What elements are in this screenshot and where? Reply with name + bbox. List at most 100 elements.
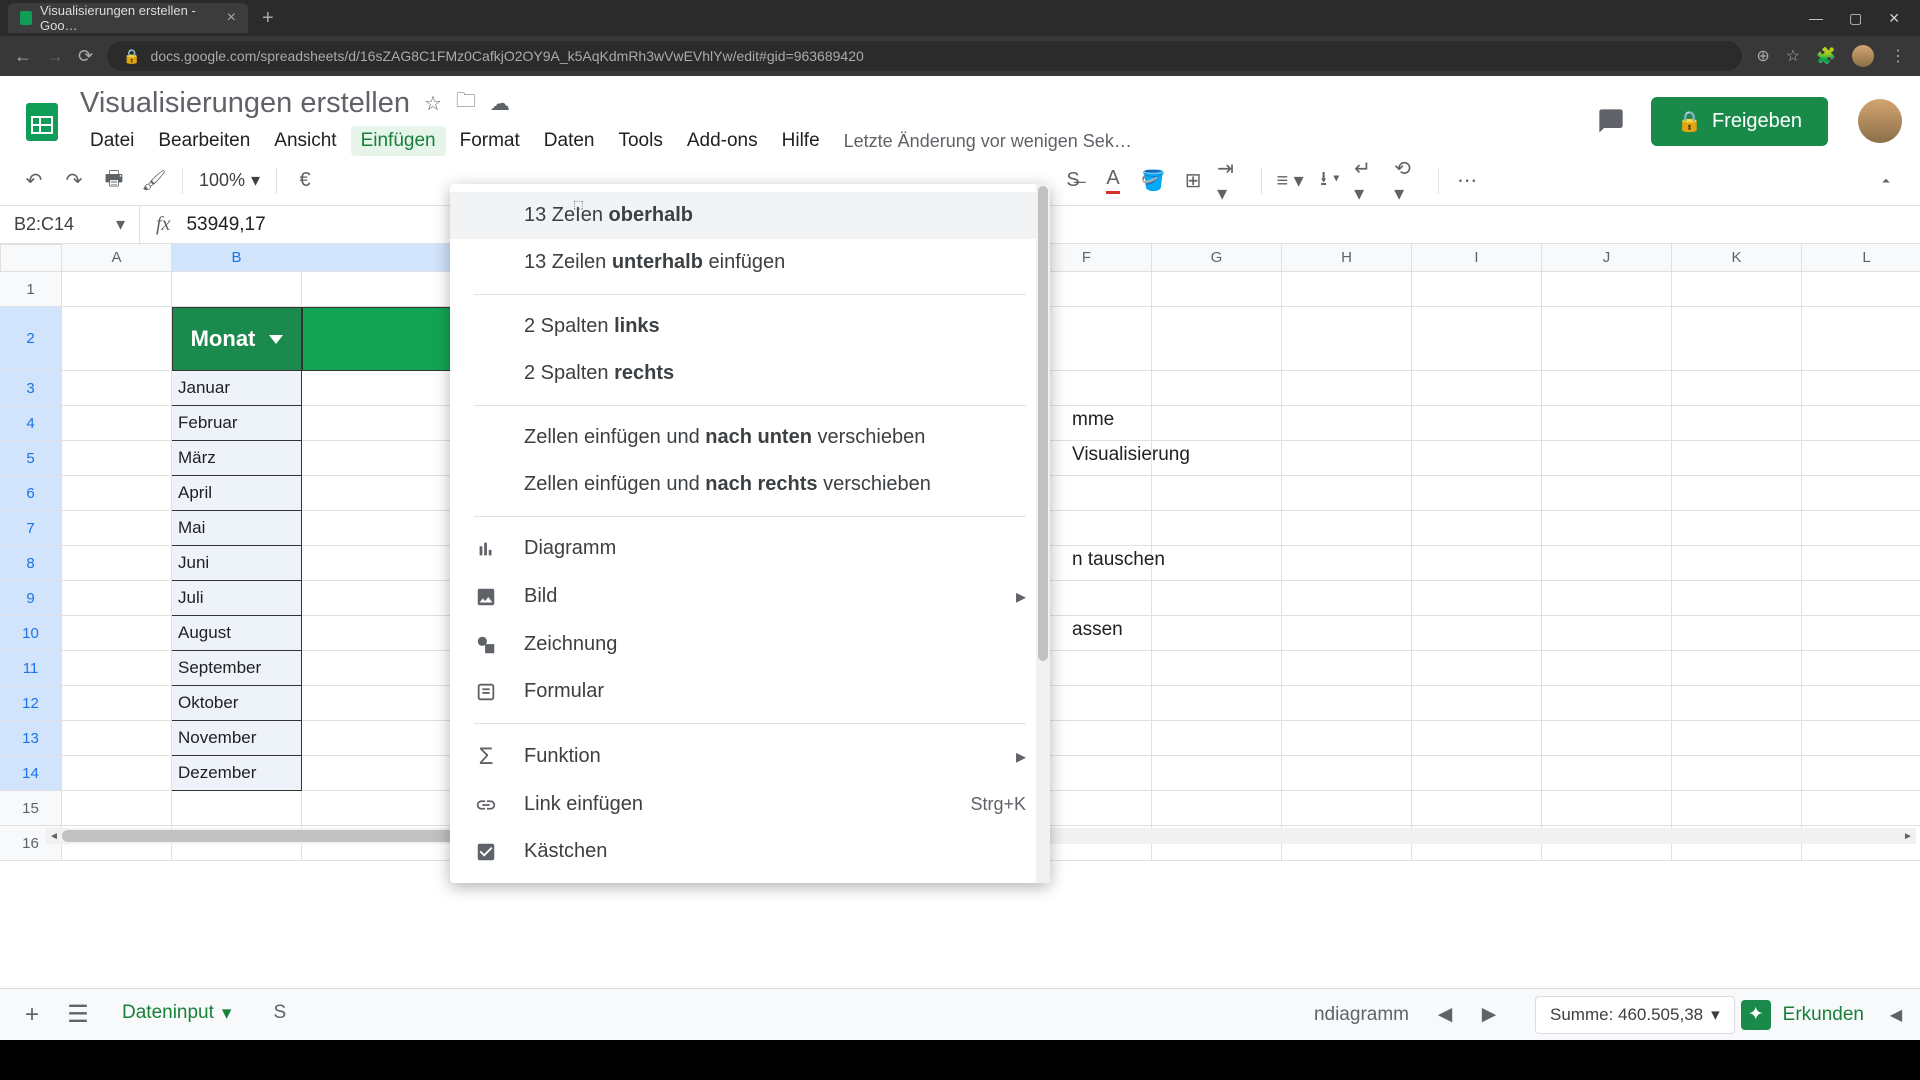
last-change-text[interactable]: Letzte Änderung vor wenigen Sek… xyxy=(844,131,1132,152)
cell-B10[interactable]: August xyxy=(172,616,302,651)
row-header-10[interactable]: 10 xyxy=(0,616,62,651)
redo-button[interactable]: ↷ xyxy=(58,165,90,197)
cell-H1[interactable] xyxy=(1282,272,1412,307)
cell-G3[interactable] xyxy=(1152,371,1282,406)
cell-A14[interactable] xyxy=(62,756,172,791)
cell-L2[interactable] xyxy=(1802,307,1920,371)
menu-rows-above[interactable]: 13 ZeI⬚en oberhalb xyxy=(450,192,1050,239)
cell-I2[interactable] xyxy=(1412,307,1542,371)
cell-L15[interactable] xyxy=(1802,791,1920,826)
cell-I13[interactable] xyxy=(1412,721,1542,756)
cell-H12[interactable] xyxy=(1282,686,1412,721)
cell-L6[interactable] xyxy=(1802,476,1920,511)
cell-J14[interactable] xyxy=(1542,756,1672,791)
menu-drawing[interactable]: Zeichnung xyxy=(450,621,1050,668)
menu-help[interactable]: Hilfe xyxy=(772,126,830,156)
cell-K10[interactable] xyxy=(1672,616,1802,651)
cell-K4[interactable] xyxy=(1672,406,1802,441)
cell-H2[interactable] xyxy=(1282,307,1412,371)
cell-K12[interactable] xyxy=(1672,686,1802,721)
cell-L14[interactable] xyxy=(1802,756,1920,791)
row-header-6[interactable]: 6 xyxy=(0,476,62,511)
cell-I1[interactable] xyxy=(1412,272,1542,307)
close-tab-icon[interactable]: × xyxy=(227,9,236,27)
cell-A1[interactable] xyxy=(62,272,172,307)
row-header-12[interactable]: 12 xyxy=(0,686,62,721)
collapse-toolbar-button[interactable] xyxy=(1870,165,1902,197)
menu-view[interactable]: Ansicht xyxy=(264,126,346,156)
row-header-5[interactable]: 5 xyxy=(0,441,62,476)
cell-H10[interactable] xyxy=(1282,616,1412,651)
cell-H7[interactable] xyxy=(1282,511,1412,546)
extensions-icon[interactable]: 🧩 xyxy=(1816,46,1836,66)
menu-addons[interactable]: Add-ons xyxy=(677,126,768,156)
cell-L13[interactable] xyxy=(1802,721,1920,756)
menu-file[interactable]: Datei xyxy=(80,126,144,156)
cell-G2[interactable] xyxy=(1152,307,1282,371)
sheets-logo[interactable] xyxy=(18,91,66,151)
cell-I5[interactable] xyxy=(1412,441,1542,476)
cell-K13[interactable] xyxy=(1672,721,1802,756)
col-header-A[interactable]: A xyxy=(62,244,172,272)
cell-K15[interactable] xyxy=(1672,791,1802,826)
side-panel-toggle[interactable]: ◀ xyxy=(1884,995,1908,1035)
scroll-right-button[interactable]: ► xyxy=(1900,828,1916,844)
dropdown-scrollbar[interactable] xyxy=(1036,184,1050,883)
cell-J8[interactable] xyxy=(1542,546,1672,581)
cell-J10[interactable] xyxy=(1542,616,1672,651)
col-header-H[interactable]: H xyxy=(1282,244,1412,272)
cell-J13[interactable] xyxy=(1542,721,1672,756)
paint-format-button[interactable]: 🖌 xyxy=(138,165,170,197)
cell-K1[interactable] xyxy=(1672,272,1802,307)
cell-K11[interactable] xyxy=(1672,651,1802,686)
cell-H15[interactable] xyxy=(1282,791,1412,826)
col-header-B[interactable]: B xyxy=(172,244,302,272)
borders-button[interactable]: ⊞ xyxy=(1177,165,1209,197)
strikethrough-button[interactable]: S̶ xyxy=(1057,165,1089,197)
bookmark-icon[interactable]: ☆ xyxy=(1786,46,1800,66)
cell-A11[interactable] xyxy=(62,651,172,686)
cell-G10[interactable] xyxy=(1152,616,1282,651)
cell-K8[interactable] xyxy=(1672,546,1802,581)
col-header-I[interactable]: I xyxy=(1412,244,1542,272)
cell-I6[interactable] xyxy=(1412,476,1542,511)
cell-G15[interactable] xyxy=(1152,791,1282,826)
cell-H14[interactable] xyxy=(1282,756,1412,791)
row-header-13[interactable]: 13 xyxy=(0,721,62,756)
row-header-3[interactable]: 3 xyxy=(0,371,62,406)
cell-J4[interactable] xyxy=(1542,406,1672,441)
cell-A6[interactable] xyxy=(62,476,172,511)
cell-L3[interactable] xyxy=(1802,371,1920,406)
cell-A2[interactable] xyxy=(62,307,172,371)
cell-I3[interactable] xyxy=(1412,371,1542,406)
wrap-button[interactable]: ↵ ▾ xyxy=(1354,165,1386,197)
all-sheets-button[interactable]: ☰ xyxy=(58,995,98,1035)
browser-tab[interactable]: Visualisierungen erstellen - Goo… × xyxy=(8,3,248,33)
row-header-14[interactable]: 14 xyxy=(0,756,62,791)
cell-L9[interactable] xyxy=(1802,581,1920,616)
col-header-J[interactable]: J xyxy=(1542,244,1672,272)
row-header-4[interactable]: 4 xyxy=(0,406,62,441)
cell-I11[interactable] xyxy=(1412,651,1542,686)
cell-B4[interactable]: Februar xyxy=(172,406,302,441)
new-tab-button[interactable]: + xyxy=(262,7,274,30)
zoom-icon[interactable]: ⊕ xyxy=(1756,46,1769,66)
close-window-icon[interactable]: ✕ xyxy=(1888,10,1900,27)
cell-L5[interactable] xyxy=(1802,441,1920,476)
row-header-1[interactable]: 1 xyxy=(0,272,62,307)
cell-A4[interactable] xyxy=(62,406,172,441)
menu-checkbox[interactable]: Kästchen xyxy=(450,828,1050,875)
cell-G13[interactable] xyxy=(1152,721,1282,756)
cell-L8[interactable] xyxy=(1802,546,1920,581)
cell-G7[interactable] xyxy=(1152,511,1282,546)
cloud-status-icon[interactable]: ☁ xyxy=(490,91,510,116)
cell-A8[interactable] xyxy=(62,546,172,581)
browser-profile-avatar[interactable] xyxy=(1852,45,1874,67)
sheet-tab-dateninput[interactable]: Dateninput▾ xyxy=(104,992,249,1038)
cell-A3[interactable] xyxy=(62,371,172,406)
col-header-L[interactable]: L xyxy=(1802,244,1920,272)
row-header-8[interactable]: 8 xyxy=(0,546,62,581)
sheet-tab-partial[interactable]: ndiagramm xyxy=(1314,1004,1409,1026)
forward-button[interactable]: → xyxy=(46,46,64,67)
cell-G11[interactable] xyxy=(1152,651,1282,686)
